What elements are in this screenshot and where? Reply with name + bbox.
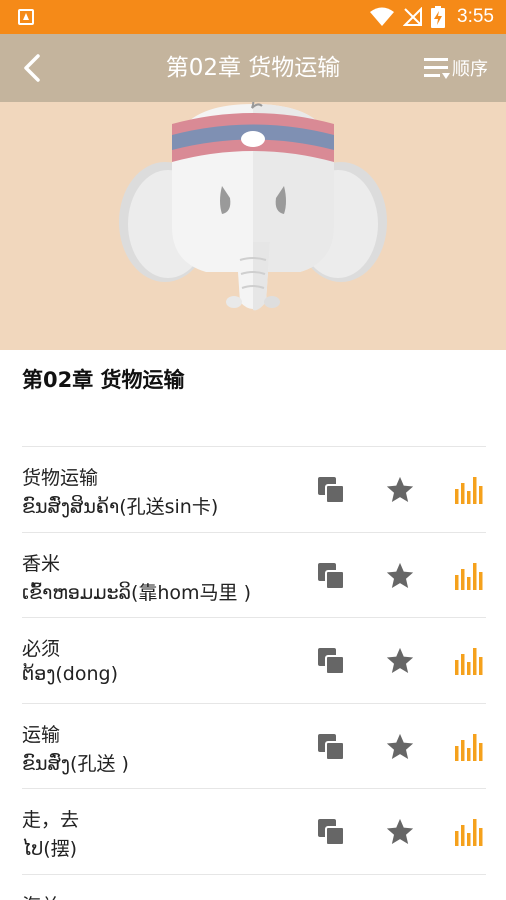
hero-banner [0,102,506,350]
vocab-word: 香米 [22,552,61,575]
audio-bars-icon [455,733,483,761]
copy-button[interactable] [314,644,348,678]
favorite-button[interactable] [383,730,417,764]
favorite-button[interactable] [383,559,417,593]
order-button[interactable]: 顺序 [424,52,488,84]
audio-bars-icon [455,819,483,846]
audio-button[interactable] [452,559,486,593]
app-notification-icon [18,9,34,25]
status-time: 3:55 [457,6,494,27]
vocab-word: 海关 [22,891,60,900]
star-icon [386,818,414,844]
copy-icon [318,648,345,675]
favorite-button[interactable] [383,644,417,678]
copy-button[interactable] [314,815,348,849]
audio-button[interactable] [452,730,486,764]
copy-button[interactable] [314,730,348,764]
audio-button[interactable] [452,815,486,849]
order-label: 顺序 [452,59,488,80]
audio-bars-icon [455,477,483,504]
star-icon [386,476,414,502]
elephant-mascot-icon [119,102,387,311]
audio-bars-icon [455,562,483,590]
copy-icon [318,562,345,590]
vocab-translation: ຂົນສົ່ງ(孔送 ) [22,752,129,775]
audio-button[interactable] [452,644,486,678]
favorite-button[interactable] [383,815,417,849]
copy-icon [318,733,345,761]
vocab-translation: ຂົນສົ່ງສິນຄ້າ(孔送sin卡) [22,496,219,518]
audio-button[interactable] [452,473,486,507]
chapter-heading: 第02章 货物运输 [22,368,185,392]
vocab-word: 走，去 [22,809,80,831]
content-panel: 第02章 货物运输 货物运输 ຂົນສົ່ງສິນຄ້າ(孔送sin卡) 香米 … [0,350,506,900]
vocab-list: 货物运输 ຂົນສົ່ງສິນຄ້າ(孔送sin卡) 香米 ເຂົ້າຫອມມະ… [22,446,486,900]
vocab-row[interactable]: 运输 ຂົນສົ່ງ(孔送 ) [22,704,486,789]
status-bar: 3:55 [0,0,506,34]
vocab-row[interactable]: 货物运输 ຂົນສົ່ງສິນຄ້າ(孔送sin卡) [22,447,486,533]
no-signal-icon [403,7,423,26]
vocab-row[interactable]: 海关 [22,875,486,900]
copy-button[interactable] [314,559,348,593]
status-icons: 3:55 [369,5,494,29]
star-icon [386,647,414,673]
copy-button[interactable] [314,473,348,507]
vocab-row[interactable]: 必须 ຕ້ອງ(dong) [22,618,486,704]
vocab-translation: ໄປ(摆) [22,838,78,860]
vocab-word: 货物运输 [22,467,99,489]
back-button[interactable] [12,48,52,88]
vocab-word: 运输 [22,723,61,746]
copy-icon [318,819,345,846]
app-bar: 第02章 货物运输 顺序 [0,34,506,102]
vocab-row[interactable]: 香米 ເຂົ້າຫອມມະລິ(靠hom马里 ) [22,533,486,618]
star-icon [386,733,414,759]
page-title: 第02章 货物运输 [165,55,341,81]
vocab-word: 必须 [22,638,61,660]
copy-icon [318,477,345,504]
battery-charging-icon [431,6,446,28]
sort-list-icon [424,58,450,79]
audio-bars-icon [455,648,483,675]
wifi-icon [370,7,395,26]
vocab-translation: ເຂົ້າຫອມມະລິ(靠hom马里 ) [22,581,251,604]
chevron-left-icon [24,54,40,82]
star-icon [386,562,414,588]
favorite-button[interactable] [383,473,417,507]
vocab-row[interactable]: 走，去 ໄປ(摆) [22,789,486,875]
vocab-translation: ຕ້ອງ(dong) [22,663,118,685]
